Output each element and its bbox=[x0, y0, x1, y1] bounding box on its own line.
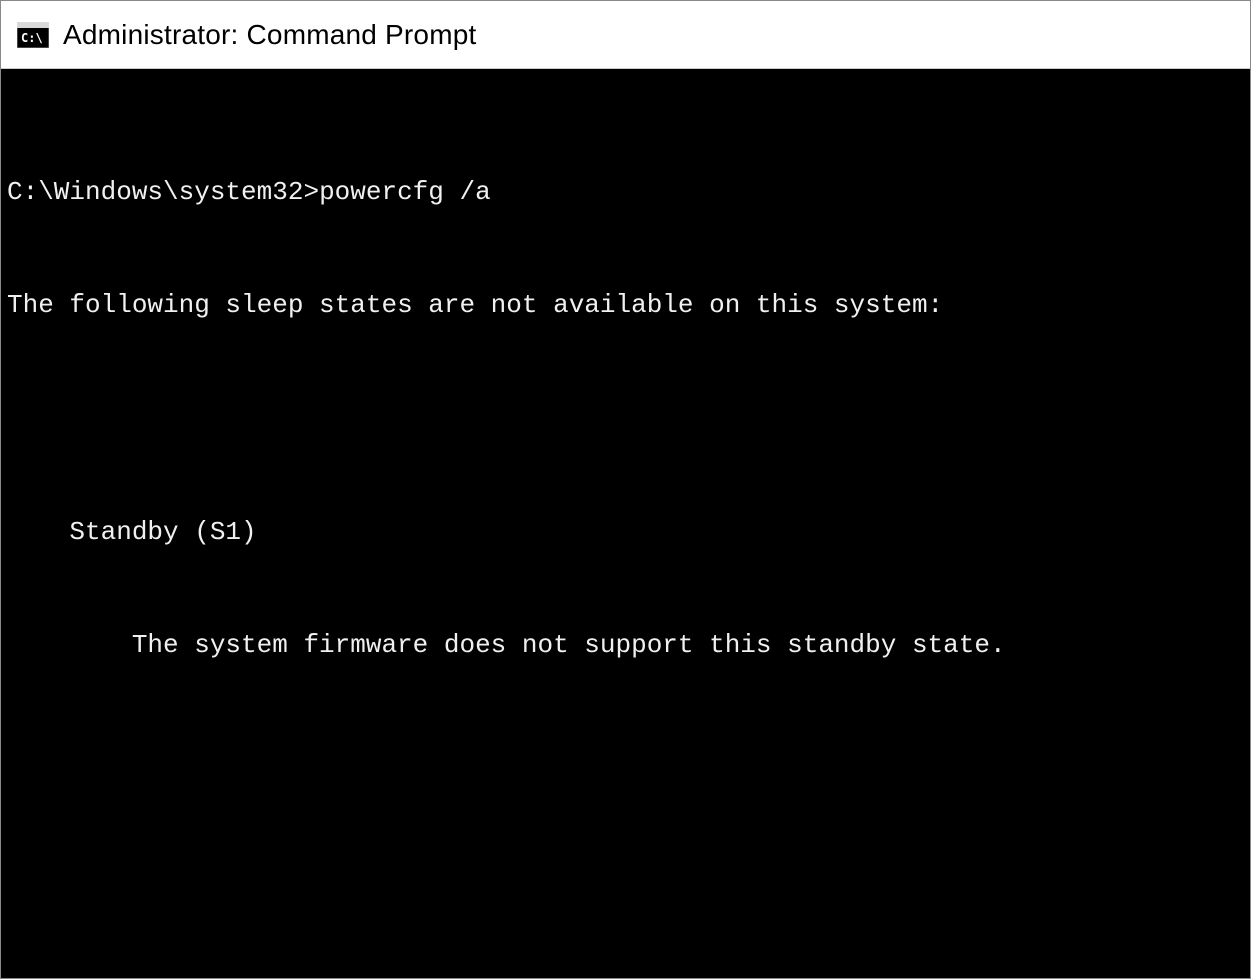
prompt-line: C:\Windows\system32>powercfg /a bbox=[7, 174, 1244, 212]
svg-text:C:\: C:\ bbox=[21, 31, 43, 45]
titlebar[interactable]: C:\ Administrator: Command Prompt bbox=[1, 1, 1250, 69]
command-prompt-window: C:\ Administrator: Command Prompt C:\Win… bbox=[0, 0, 1251, 979]
command-prompt-icon: C:\ bbox=[17, 22, 49, 48]
output-intro: The following sleep states are not avail… bbox=[7, 287, 1244, 325]
sleep-state-s1: Standby (S1) The system firmware does no… bbox=[7, 438, 1244, 740]
sleep-state-name: Standby (S1) bbox=[7, 514, 1244, 552]
sleep-state-reason: The system firmware does not support thi… bbox=[7, 627, 1244, 665]
window-title: Administrator: Command Prompt bbox=[63, 19, 476, 51]
terminal-output[interactable]: C:\Windows\system32>powercfg /a The foll… bbox=[1, 69, 1250, 978]
prompt: C:\Windows\system32> bbox=[7, 177, 319, 207]
command: powercfg /a bbox=[319, 177, 491, 207]
sleep-state-s2: Standby (S2) The system firmware does no… bbox=[7, 966, 1244, 978]
blank-line bbox=[7, 815, 1244, 853]
